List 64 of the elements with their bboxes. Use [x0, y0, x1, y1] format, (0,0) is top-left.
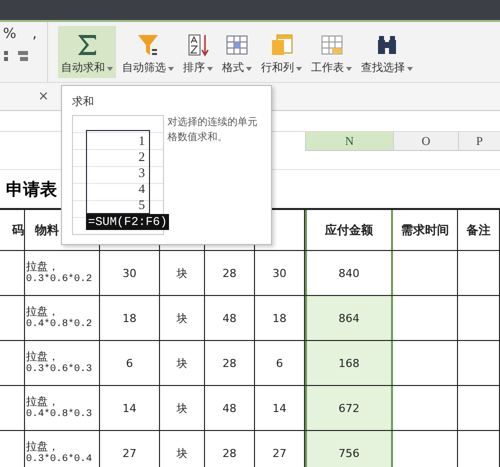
column-header[interactable]: N	[305, 132, 393, 150]
table-cell: 27	[100, 431, 160, 467]
material-spec: 0.3*0.6*0.3	[26, 364, 92, 376]
ribbon-button[interactable]: 排序	[180, 26, 216, 78]
table-cell[interactable]: 840	[305, 251, 393, 295]
caret-icon	[346, 67, 352, 71]
table-cell: 块	[160, 251, 205, 295]
caret-icon	[296, 67, 302, 71]
table-cell: 18	[100, 296, 160, 340]
table-cell: 14	[100, 386, 160, 430]
example-value: 3	[138, 165, 145, 181]
table-cell: 30	[100, 251, 160, 295]
table-cell: 28	[205, 251, 255, 295]
caret-icon	[407, 67, 413, 71]
material-name: 拉盘，	[26, 260, 59, 274]
table-cell: 6	[100, 341, 160, 385]
ribbon-button[interactable]: 格式	[219, 26, 255, 78]
comma-button[interactable]: ,	[31, 26, 38, 42]
material-name: 拉盘，	[26, 350, 59, 364]
material-spec: 0.3*0.6*0.4	[26, 454, 92, 466]
caret-icon	[107, 67, 113, 71]
material-spec: 0.4*0.8*0.2	[26, 318, 92, 332]
example-value: 4	[138, 181, 145, 197]
table-cell: 48	[205, 296, 255, 340]
column-header[interactable]: P	[458, 132, 500, 150]
example-value: 1	[138, 133, 145, 149]
material-spec: 0.4*0.8*0.3	[26, 408, 92, 422]
sheet-title: 申请表	[6, 178, 57, 200]
table-cell: 块	[160, 341, 205, 385]
ribbon-button[interactable]: 工作表	[308, 26, 355, 78]
example-value: 2	[138, 149, 145, 165]
caret-icon	[207, 67, 213, 71]
filter-icon	[135, 32, 161, 58]
table-cell[interactable]: 864	[305, 296, 393, 340]
material-spec: 0.3*0.6*0.2	[26, 274, 92, 286]
material-name: 拉盘，	[26, 304, 59, 318]
material-name: 拉盘，	[26, 394, 59, 408]
table-cell: 28	[205, 431, 255, 467]
table-cell: 块	[160, 386, 205, 430]
ribbon-button[interactable]: 自动筛选	[119, 26, 177, 78]
caret-icon	[168, 67, 174, 71]
percent-button[interactable]: %	[2, 26, 18, 42]
column-heading: 码	[0, 210, 25, 250]
tooltip-title: 求和	[72, 95, 94, 108]
table-cell[interactable]: 756	[305, 431, 393, 467]
column-heading: 需求时间	[393, 210, 458, 250]
table-cell: 块	[160, 296, 205, 340]
tooltip-description: 对选择的连续的单元格数值求和。	[168, 117, 258, 143]
table-cell[interactable]: 168	[305, 341, 393, 385]
ribbon-button[interactable]: 行和列	[258, 26, 305, 78]
ribbon-button[interactable]: 自动求和	[58, 26, 116, 78]
column-heading: 备注	[458, 210, 500, 250]
example-value: 5	[138, 197, 145, 213]
table-cell: 28	[205, 341, 255, 385]
material-name: 拉盘，	[26, 440, 59, 454]
table-cell: 48	[205, 386, 255, 430]
table-cell[interactable]: 672	[305, 386, 393, 430]
column-header[interactable]: O	[393, 132, 458, 150]
table-cell: 块	[160, 431, 205, 467]
ribbon-button[interactable]: 查找选择	[358, 26, 416, 78]
caret-icon	[246, 67, 252, 71]
close-button[interactable]: ×	[36, 89, 51, 104]
example-formula: =SUM(F2:F6)	[86, 214, 170, 230]
column-heading: 应付金额	[305, 210, 393, 250]
